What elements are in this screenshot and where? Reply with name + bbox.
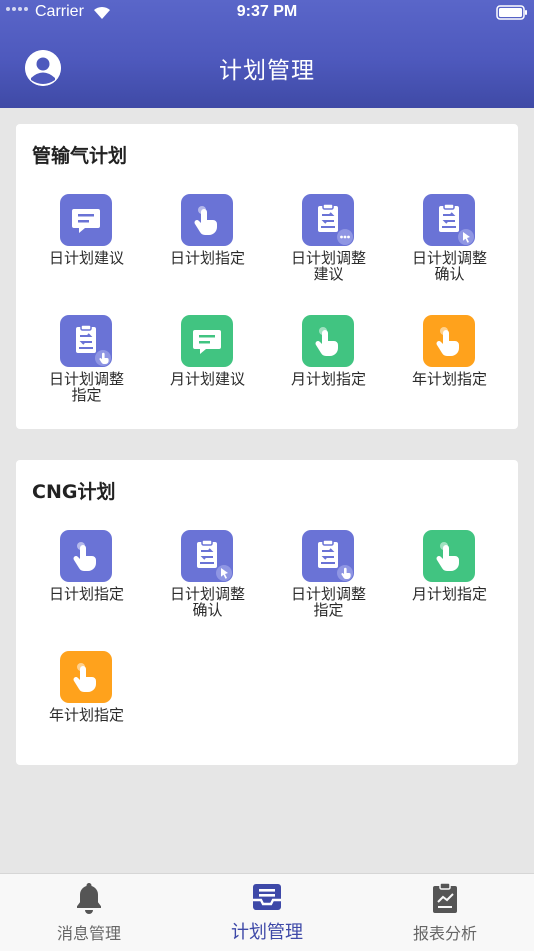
- menu-item-yearly-plan-assign[interactable]: 年计划指定: [389, 315, 510, 425]
- menu-item-daily-plan-suggestion[interactable]: 日计划建议: [26, 194, 147, 304]
- navigation-bar: 计划管理: [0, 36, 534, 96]
- menu-item-label: 月计划建议: [169, 370, 245, 388]
- tap-icon: [60, 530, 112, 582]
- menu-item-label: 日计划调整 指定: [48, 370, 124, 404]
- menu-item-label: 日计划调整 确认: [169, 585, 245, 619]
- report-icon: [433, 882, 457, 913]
- tab-plan-management[interactable]: 计划管理: [178, 874, 356, 951]
- tab-bar: 消息管理 计划管理 报表分析: [0, 873, 534, 951]
- menu-item-monthly-plan-suggestion[interactable]: 月计划建议: [147, 315, 268, 425]
- battery-icon: [496, 5, 527, 20]
- chat-icon: [60, 194, 112, 246]
- bell-icon: [77, 883, 101, 914]
- tab-label: 报表分析: [412, 924, 477, 943]
- menu-item-label: 日计划调整 确认: [411, 249, 487, 283]
- menu-item-label: 日计划指定: [169, 249, 245, 267]
- menu-item-label: 日计划指定: [48, 585, 124, 603]
- menu-item-label: 日计划建议: [48, 249, 124, 267]
- tab-label: 消息管理: [56, 924, 121, 943]
- menu-item-label: 日计划调整 指定: [290, 585, 366, 619]
- clipboard-chat-icon: [302, 194, 354, 246]
- section-title: CNG计划: [32, 481, 116, 503]
- tab-messages[interactable]: 消息管理: [0, 874, 178, 951]
- tab-label: 计划管理: [231, 922, 303, 943]
- menu-item-daily-adjust-confirm[interactable]: 日计划调整 确认: [389, 194, 510, 304]
- tap-icon: [60, 651, 112, 703]
- clipboard-cursor-icon: [423, 194, 475, 246]
- menu-item-monthly-plan-assign[interactable]: 月计划指定: [268, 315, 389, 425]
- menu-item-daily-adjust-suggestion[interactable]: 日计划调整 建议: [268, 194, 389, 304]
- section-cng-plan: CNG计划 日计划指定 日计划调整确认 日计划调整 指定 月计划指定 年计划指定: [16, 460, 518, 765]
- section-pipeline-gas-plan: 管输气计划 日计划建议 日计划指定 日计划调整 建议 日计划调整 确认 日计划调…: [16, 124, 518, 429]
- chat-icon: [181, 315, 233, 367]
- clipboard-cursor-icon: [181, 530, 233, 582]
- menu-item-daily-plan-assign[interactable]: 日计划指定: [26, 530, 147, 640]
- menu-item-label: 月计划指定: [411, 585, 487, 603]
- tap-icon: [423, 530, 475, 582]
- menu-item-label: 日计划调整 建议: [290, 249, 366, 283]
- inbox-icon: [253, 884, 281, 910]
- status-time: 9:37 PM: [236, 3, 298, 20]
- tap-icon: [423, 315, 475, 367]
- tap-icon: [302, 315, 354, 367]
- clipboard-tap-icon: [60, 315, 112, 367]
- menu-item-monthly-plan-assign[interactable]: 月计划指定: [389, 530, 510, 640]
- menu-item-daily-adjust-confirm[interactable]: 日计划调整 确认: [147, 530, 268, 640]
- menu-item-label: 年计划指定: [48, 706, 124, 724]
- tap-icon: [181, 194, 233, 246]
- menu-item-daily-plan-assign[interactable]: 日计划指定: [147, 194, 268, 304]
- clipboard-tap-icon: [302, 530, 354, 582]
- tab-report-analysis[interactable]: 报表分析: [356, 874, 534, 951]
- menu-item-label: 月计划指定: [290, 370, 366, 388]
- menu-item-daily-adjust-assign[interactable]: 日计划调整 指定: [26, 315, 147, 425]
- section-title: 管输气计划: [32, 145, 128, 167]
- header: Carrier 9:37 PM 计划管理: [0, 0, 534, 108]
- status-bar: Carrier 9:37 PM: [0, 0, 534, 26]
- menu-item-label: 年计划指定: [411, 370, 487, 388]
- menu-item-yearly-plan-assign[interactable]: 年计划指定: [26, 651, 147, 761]
- menu-item-daily-adjust-assign[interactable]: 日计划调整 指定: [268, 530, 389, 640]
- page-title: 计划管理: [219, 58, 315, 84]
